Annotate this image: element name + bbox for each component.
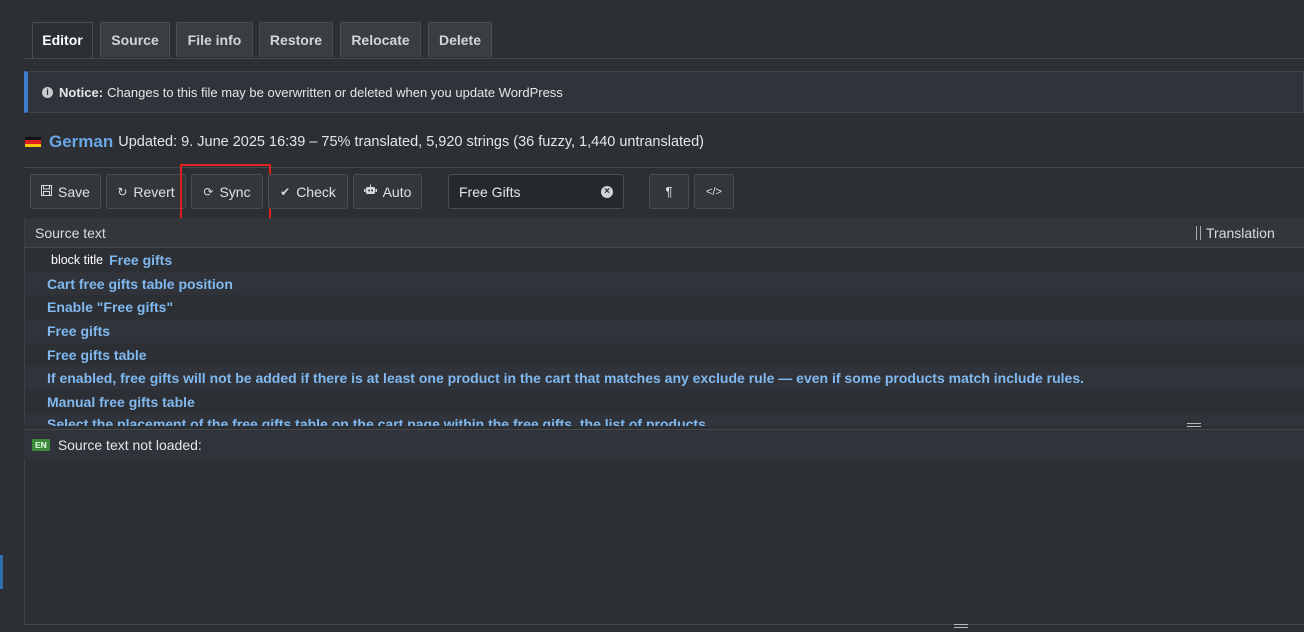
table-row[interactable]: block title Free gifts (25, 248, 1304, 272)
editor-tabs: Editor Source File info Restore Relocate… (24, 22, 1304, 59)
notice-label: Notice: (59, 84, 104, 100)
sync-highlight-box (180, 164, 271, 222)
table-row[interactable]: Cart free gifts table position (25, 271, 1304, 296)
editor-toolbar: Save ↻ Revert ⟳ Sync ✔ Check Auto Free G… (24, 164, 1304, 222)
floppy-disk-icon (41, 184, 53, 199)
column-translation-label: Translation (1206, 225, 1275, 241)
table-row[interactable]: Enable "Free gifts" (25, 295, 1304, 319)
notice-text: Changes to this file may be overwritten … (107, 84, 563, 100)
clear-filter-icon[interactable]: × (601, 185, 613, 198)
show-invisibles-button[interactable]: ¶ (649, 174, 689, 209)
source-string: Manual free gifts table (47, 393, 195, 410)
column-resize-handle[interactable] (1196, 226, 1201, 240)
source-string: If enabled, free gifts will not be added… (47, 370, 1085, 387)
pane-resize-handle[interactable] (1187, 423, 1201, 427)
language-status: German Updated: 9. June 2025 16:39 – 75%… (25, 131, 704, 153)
tab-relocate[interactable]: Relocate (340, 22, 421, 57)
source-string: Enable "Free gifts" (47, 299, 174, 316)
table-row[interactable]: Free gifts (25, 319, 1304, 343)
save-label: Save (58, 183, 90, 200)
tab-delete[interactable]: Delete (428, 22, 492, 57)
table-row[interactable]: Free gifts table (25, 343, 1304, 367)
undo-icon: ↻ (117, 184, 128, 199)
language-link[interactable]: German (49, 132, 113, 152)
table-header: Source text Translation (25, 218, 1304, 248)
auto-translate-button[interactable]: Auto (353, 174, 422, 209)
auto-label: Auto (382, 183, 412, 200)
source-string: Free gifts table (47, 346, 147, 363)
left-edge-accent (0, 555, 3, 589)
tab-source[interactable]: Source (100, 22, 170, 57)
revert-label: Revert (133, 183, 175, 200)
tab-restore[interactable]: Restore (259, 22, 333, 57)
context-label: block title (51, 252, 104, 267)
tab-editor[interactable]: Editor (32, 22, 93, 58)
check-label: Check (296, 183, 336, 200)
panel-resize-handle[interactable] (954, 624, 968, 628)
filter-input[interactable]: Free Gifts × (448, 174, 624, 209)
save-button[interactable]: Save (30, 174, 101, 209)
column-translation[interactable]: Translation (1196, 225, 1275, 241)
pilcrow-icon: ¶ (665, 184, 673, 199)
column-source-text[interactable]: Source text (35, 225, 106, 241)
translation-summary: Updated: 9. June 2025 16:39 – 75% transl… (118, 134, 705, 150)
table-row[interactable]: Select the placement of the free gifts t… (25, 413, 1304, 426)
info-icon: i (42, 86, 53, 98)
table-row[interactable]: If enabled, free gifts will not be added… (25, 366, 1304, 391)
code-icon: </> (706, 185, 722, 198)
source-string: Select the placement of the free gifts t… (47, 415, 706, 426)
source-text-area[interactable] (24, 460, 1304, 625)
check-button[interactable]: ✔ Check (268, 174, 348, 209)
code-view-button[interactable]: </> (694, 174, 734, 209)
source-string: Free gifts (47, 322, 111, 339)
tab-file-info[interactable]: File info (176, 22, 253, 57)
table-row[interactable]: Manual free gifts table (25, 390, 1304, 414)
source-string: Cart free gifts table position (47, 275, 233, 292)
revert-button[interactable]: ↻ Revert (106, 174, 186, 209)
robot-icon (363, 184, 377, 199)
source-panel-header: EN Source text not loaded: (24, 429, 1304, 461)
language-badge: EN (32, 439, 50, 451)
notice-banner: i Notice: Changes to this file may be ov… (24, 71, 1304, 113)
strings-table: Source text Translation block title Free… (24, 218, 1304, 426)
german-flag-icon (25, 136, 41, 148)
filter-value: Free Gifts (459, 183, 521, 200)
source-string: Free gifts (109, 251, 173, 268)
source-panel-label: Source text not loaded: (57, 437, 202, 453)
checkmark-icon: ✔ (280, 184, 291, 199)
